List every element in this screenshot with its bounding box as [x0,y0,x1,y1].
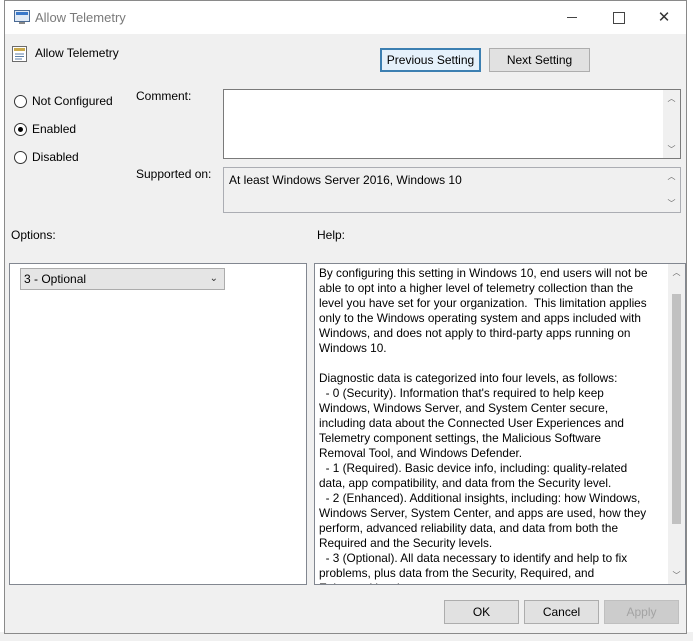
help-scrollbar[interactable]: ︿ ﹀ [668,264,685,584]
scroll-up-icon[interactable]: ︿ [668,264,685,281]
previous-setting-button[interactable]: Previous Setting [380,48,481,72]
ok-button[interactable]: OK [444,600,519,624]
radio-disabled[interactable]: Disabled [14,149,79,165]
supported-on-label: Supported on: [136,167,212,181]
title-bar[interactable]: Allow Telemetry ✕ [5,1,686,34]
help-scroll-thumb[interactable] [672,294,681,524]
radio-enabled-circle[interactable] [14,122,27,136]
policy-name: Allow Telemetry [35,46,119,60]
radio-enabled-label: Enabled [32,122,77,136]
policy-app-icon [14,10,30,24]
scroll-up-icon[interactable]: ︿ [663,168,680,185]
background-app-right [686,0,693,641]
next-setting-button[interactable]: Next Setting [489,48,590,72]
options-label: Options: [11,228,56,242]
scroll-down-icon[interactable]: ﹀ [663,195,680,212]
help-text: By configuring this setting in Windows 1… [319,266,648,584]
radio-not-configured-label: Not Configured [32,94,113,108]
maximize-button[interactable] [595,1,641,34]
help-panel: By configuring this setting in Windows 1… [314,263,686,585]
telemetry-level-value: 3 - Optional [24,272,87,286]
options-panel: 3 - Optional ⌄ [9,263,307,585]
radio-enabled[interactable]: Enabled [14,121,76,137]
radio-disabled-circle[interactable] [14,150,27,164]
scroll-down-icon[interactable]: ﹀ [663,141,680,158]
supported-scrollbar[interactable]: ︿ ﹀ [663,168,680,212]
telemetry-level-dropdown[interactable]: 3 - Optional ⌄ [20,268,225,290]
policy-setting-icon [12,46,27,62]
radio-not-configured[interactable]: Not Configured [14,93,113,109]
cancel-button[interactable]: Cancel [524,600,599,624]
window-title: Allow Telemetry [35,10,126,25]
apply-button[interactable]: Apply [604,600,679,624]
scroll-up-icon[interactable]: ︿ [663,90,680,107]
comment-scrollbar[interactable]: ︿ ﹀ [663,90,680,158]
radio-not-configured-circle[interactable] [14,94,27,108]
supported-on-value: At least Windows Server 2016, Windows 10 [229,173,462,187]
comment-label: Comment: [136,89,192,103]
radio-disabled-label: Disabled [32,150,79,164]
scroll-down-icon[interactable]: ﹀ [668,567,685,584]
close-button[interactable]: ✕ [641,1,687,34]
minimize-button[interactable] [549,1,595,34]
supported-on-box: At least Windows Server 2016, Windows 10… [223,167,681,213]
chevron-down-icon: ⌄ [209,273,218,284]
help-label: Help: [317,228,346,242]
comment-textbox[interactable]: ︿ ﹀ [223,89,681,159]
policy-dialog: Allow Telemetry ✕ Allow Telemetry Previo… [4,0,687,634]
close-icon: ✕ [657,9,671,26]
